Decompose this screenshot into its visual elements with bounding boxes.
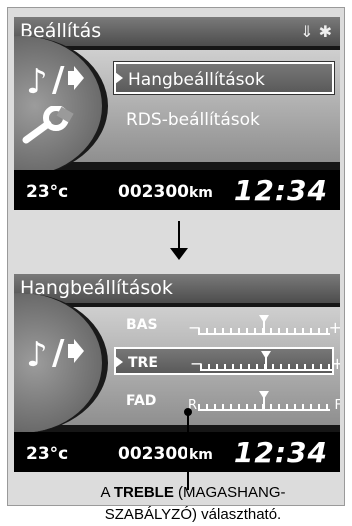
sound-settings-screen: Hangbeállítások ♪ / BAS − + TRE − + FAD … xyxy=(14,274,340,472)
menu-item-label: RDS-beállítások xyxy=(126,110,260,130)
selection-arrow-icon xyxy=(115,72,123,84)
usb-bluetooth-icon: ⇓ ✱ xyxy=(300,22,332,41)
settings-screen: Beállítás ⇓ ✱ ♪ / Hangbeállítások RDS-beá… xyxy=(14,17,340,210)
caption-bold: TREBLE xyxy=(113,484,174,501)
level-marker-icon xyxy=(261,351,271,359)
level-marker-icon xyxy=(259,315,269,323)
screen-title-bar: Hangbeállítások xyxy=(14,274,340,303)
adjust-row-treble[interactable]: TRE − + xyxy=(114,347,340,375)
menu-item-label: Hangbeállítások xyxy=(128,70,265,90)
status-bar: 23°c 002300km 12:34 xyxy=(14,432,340,472)
adjust-label: FAD xyxy=(126,393,157,409)
audio-settings-icon: ♪ / xyxy=(26,333,86,381)
audio-settings-icon: ♪ / xyxy=(26,60,86,108)
clock-readout: 12:34 xyxy=(233,174,328,207)
treble-level-scale: − + xyxy=(190,351,340,373)
adjust-row-bass[interactable]: BAS − + xyxy=(114,311,340,339)
temperature-readout: 23°c xyxy=(26,182,69,202)
menu-area: ♪ / Hangbeállítások RDS-beállítások xyxy=(14,36,340,176)
status-bar: 23°c 002300km 12:34 xyxy=(14,170,340,210)
down-arrow-head xyxy=(170,248,188,260)
temperature-readout: 23°c xyxy=(26,444,69,464)
illustration-frame: Beállítás ⇓ ✱ ♪ / Hangbeállítások RDS-beá… xyxy=(7,7,345,506)
selection-arrow-icon xyxy=(115,356,123,368)
adjust-row-fader[interactable]: FAD R F xyxy=(114,387,340,415)
adjust-label: BAS xyxy=(126,317,158,333)
fader-level-scale: R F xyxy=(188,391,340,413)
bass-level-scale: − + xyxy=(188,315,340,337)
odometer-readout: 002300km xyxy=(118,444,213,464)
menu-item-rds-settings[interactable]: RDS-beállítások xyxy=(114,104,334,136)
menu-area: ♪ / BAS − + TRE − + FAD R F xyxy=(14,293,340,433)
callout-line xyxy=(187,411,189,490)
menu-item-sound-settings[interactable]: Hangbeállítások xyxy=(114,62,334,94)
screen-title-bar: Beállítás ⇓ ✱ xyxy=(14,17,340,46)
wrench-icon xyxy=(22,106,74,144)
clock-readout: 12:34 xyxy=(233,436,328,469)
level-marker-icon xyxy=(259,391,269,399)
odometer-readout: 002300km xyxy=(118,182,213,202)
caption: A TREBLE (MAGASHANG- SZABÁLYZÓ) választh… xyxy=(100,484,286,523)
adjust-label: TRE xyxy=(128,355,158,371)
